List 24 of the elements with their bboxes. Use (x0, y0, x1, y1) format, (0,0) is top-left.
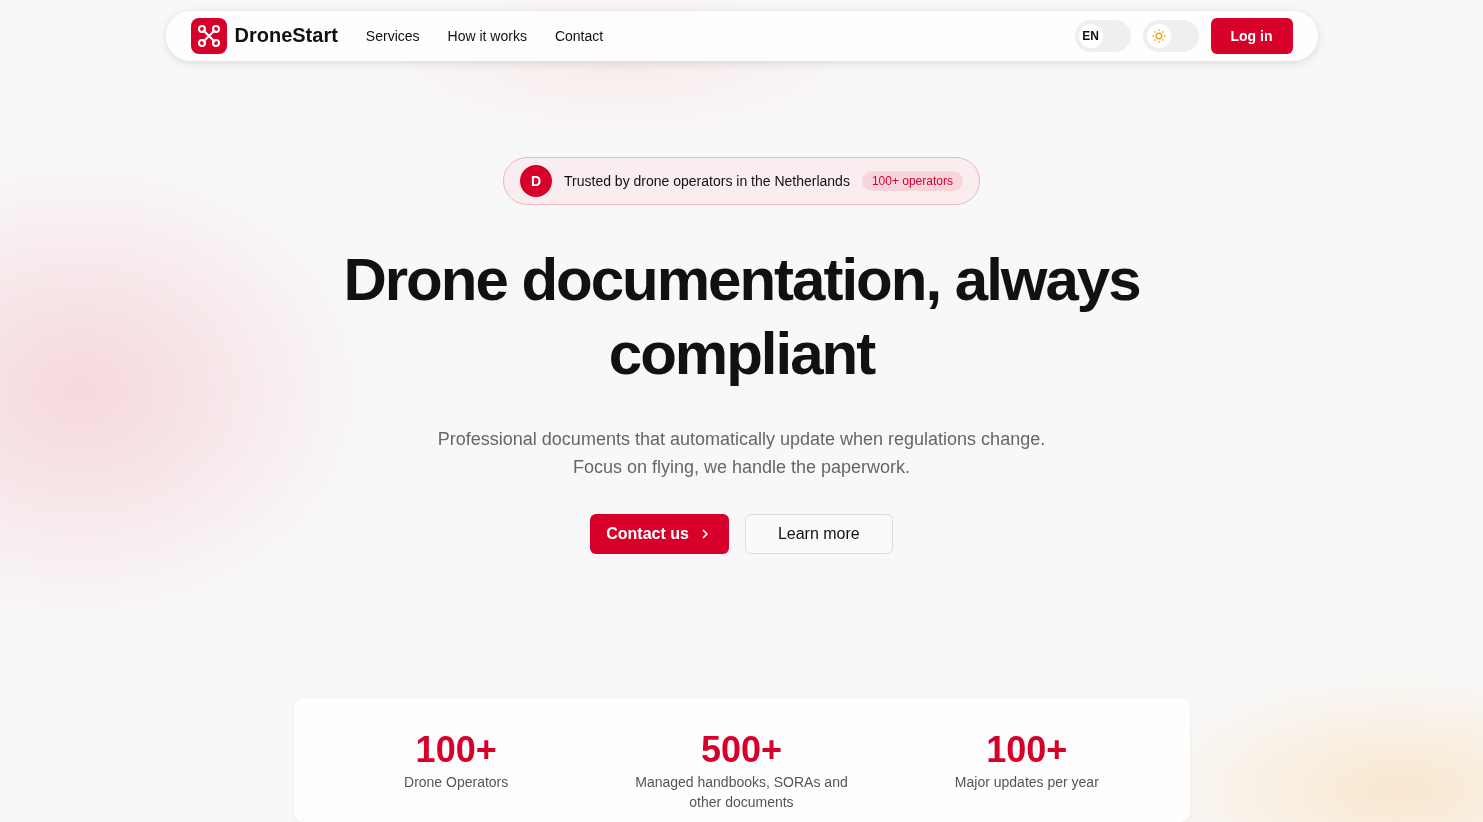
stat-label: Major updates per year (954, 772, 1099, 792)
hero-subtitle: Focus on flying, we handle the paperwork. (571, 455, 912, 479)
hero-subtitle: Professional documents that automatically update when regulations change. (437, 427, 1046, 451)
theme-toggle[interactable] (1142, 19, 1199, 52)
drone-logo-icon[interactable] (190, 17, 227, 54)
language-toggle[interactable]: EN (1074, 19, 1131, 52)
stat-label: Drone Operators (404, 772, 509, 792)
nav-link[interactable]: Services (365, 27, 420, 44)
avatar-circle: D (520, 164, 553, 197)
contact-button[interactable]: Contact us (590, 513, 729, 554)
hero-title: Drone documentation, always compliant (342, 244, 1141, 389)
nav-link[interactable]: Contact (554, 27, 604, 44)
stat-value: 500+ (700, 727, 783, 772)
operators-pill: 100+ operators (861, 170, 963, 191)
brand-name[interactable]: DroneStart (234, 24, 338, 48)
nav-link[interactable]: How it works (447, 27, 527, 44)
learn-more-button[interactable]: Learn more (744, 513, 893, 554)
badge-text: Trusted by drone operators in the Netherlands (564, 172, 850, 189)
stat-value: 100+ (986, 727, 1068, 772)
stat-label: Managed handbooks, SORAs and other documents (634, 772, 849, 812)
chevron-right-icon (700, 527, 709, 540)
login-button[interactable]: Log in (1210, 17, 1293, 54)
stat-value: 100+ (415, 727, 497, 772)
sun-icon (1151, 28, 1166, 43)
